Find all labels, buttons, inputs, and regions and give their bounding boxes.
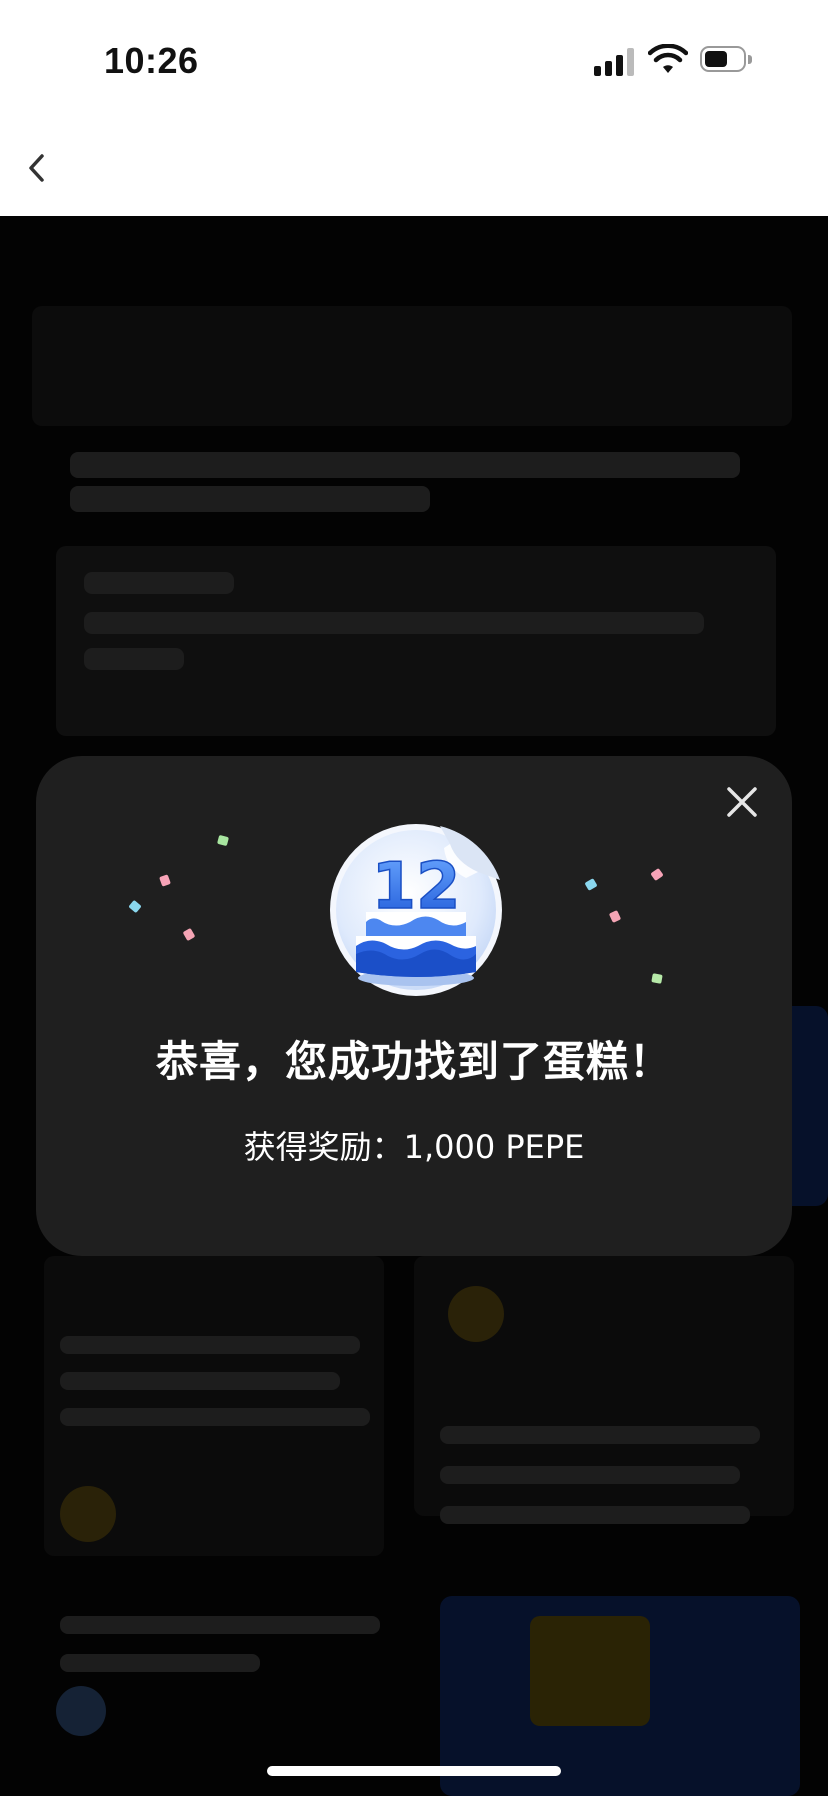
close-button[interactable] <box>720 780 764 824</box>
back-button[interactable] <box>22 148 54 188</box>
birthday-cake-icon: 12 <box>330 824 502 996</box>
battery-icon <box>700 46 754 74</box>
confetti-decoration <box>608 910 622 923</box>
status-time: 10:26 <box>104 40 199 81</box>
close-icon <box>727 787 757 817</box>
confetti-decoration <box>651 973 663 984</box>
reward-modal: 12 恭喜，您成功找到了蛋糕！ 获得奖励：1,000 PEPE <box>36 756 792 1256</box>
confetti-decoration <box>159 874 171 887</box>
confetti-decoration <box>217 834 229 847</box>
cellular-signal-icon <box>594 48 636 76</box>
confetti-decoration <box>128 899 142 914</box>
modal-title: 恭喜，您成功找到了蛋糕！ <box>155 1037 672 1086</box>
confetti-decoration <box>650 867 664 882</box>
chevron-left-icon <box>29 154 44 182</box>
confetti-decoration <box>584 878 598 891</box>
wifi-icon <box>648 44 688 73</box>
confetti-decoration <box>182 927 196 942</box>
top-bar: 10:26 <box>0 0 828 216</box>
home-indicator[interactable] <box>267 1766 561 1776</box>
svg-text:12: 12 <box>371 850 460 924</box>
reward-text: 获得奖励：1,000 PEPE <box>243 1128 585 1166</box>
